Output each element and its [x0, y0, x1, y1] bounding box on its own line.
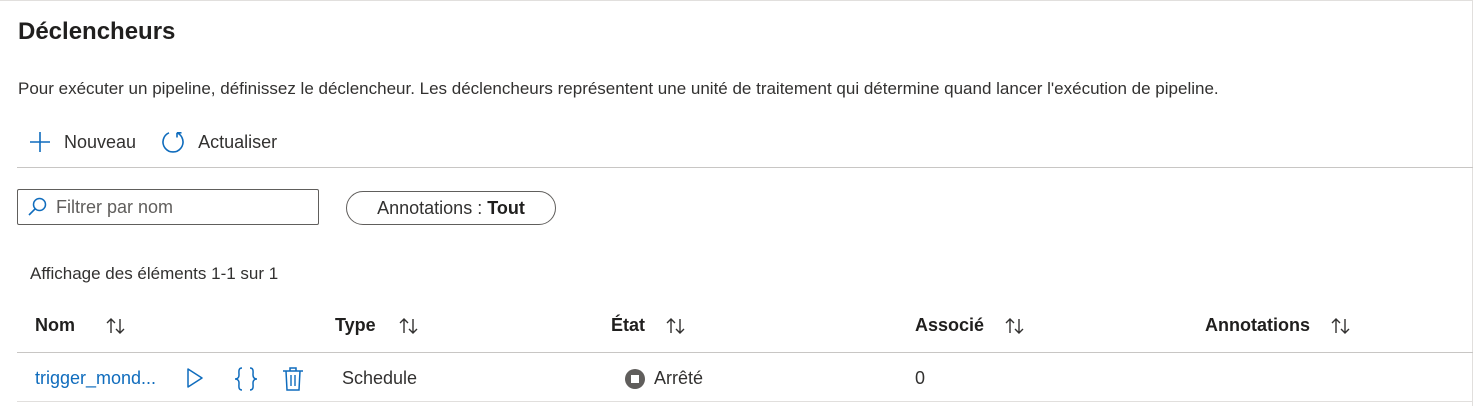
sort-icon[interactable]	[665, 316, 687, 336]
top-border	[0, 0, 1473, 1]
sort-icon[interactable]	[105, 316, 127, 336]
annotations-filter-pill[interactable]: Annotations : Tout	[346, 191, 556, 225]
sort-icon[interactable]	[1004, 316, 1026, 336]
trigger-state-cell: Arrêté	[625, 368, 703, 389]
column-header-annotations-label: Annotations	[1205, 315, 1310, 335]
column-header-associated-label: Associé	[915, 315, 985, 335]
column-header-name[interactable]: Nom	[35, 315, 127, 336]
column-header-annotations[interactable]: Annotations	[1205, 315, 1352, 336]
trigger-type-cell: Schedule	[342, 368, 418, 388]
header-divider	[17, 352, 1473, 353]
toolbar: Nouveau Actualiser	[28, 128, 301, 156]
new-button-label: Nouveau	[64, 131, 137, 152]
trigger-name-link[interactable]: trigger_mond...	[35, 368, 156, 389]
item-count-text: Affichage des éléments 1-1 sur 1	[30, 264, 279, 283]
sort-icon[interactable]	[398, 316, 420, 336]
filter-search-box[interactable]	[17, 189, 319, 225]
trash-icon[interactable]	[281, 366, 305, 392]
page-title: Déclencheurs	[18, 18, 176, 45]
sort-icon[interactable]	[1330, 316, 1352, 336]
stopped-status-icon	[625, 368, 645, 389]
refresh-button-label: Actualiser	[198, 131, 278, 152]
search-icon	[28, 197, 47, 216]
page-description: Pour exécuter un pipeline, définissez le…	[18, 79, 1219, 98]
column-header-state-label: État	[611, 315, 646, 335]
refresh-icon	[162, 132, 184, 153]
toolbar-divider	[17, 167, 1473, 168]
trigger-associated-cell: 0	[915, 368, 926, 388]
new-button[interactable]: Nouveau	[28, 130, 136, 154]
refresh-button[interactable]: Actualiser	[160, 129, 277, 155]
column-header-associated[interactable]: Associé	[915, 315, 1026, 336]
column-header-type[interactable]: Type	[335, 315, 420, 336]
filter-search-input[interactable]	[56, 196, 296, 218]
row-divider	[17, 401, 1473, 402]
code-braces-icon[interactable]	[233, 366, 259, 392]
annotations-filter-label: Annotations :	[377, 197, 483, 218]
column-header-state[interactable]: État	[611, 315, 687, 336]
annotations-filter-value: Tout	[487, 197, 525, 218]
plus-icon	[30, 132, 50, 152]
column-header-name-label: Nom	[35, 315, 75, 335]
play-icon[interactable]	[185, 366, 205, 390]
trigger-state-label: Arrêté	[654, 368, 704, 388]
column-header-type-label: Type	[335, 315, 376, 335]
